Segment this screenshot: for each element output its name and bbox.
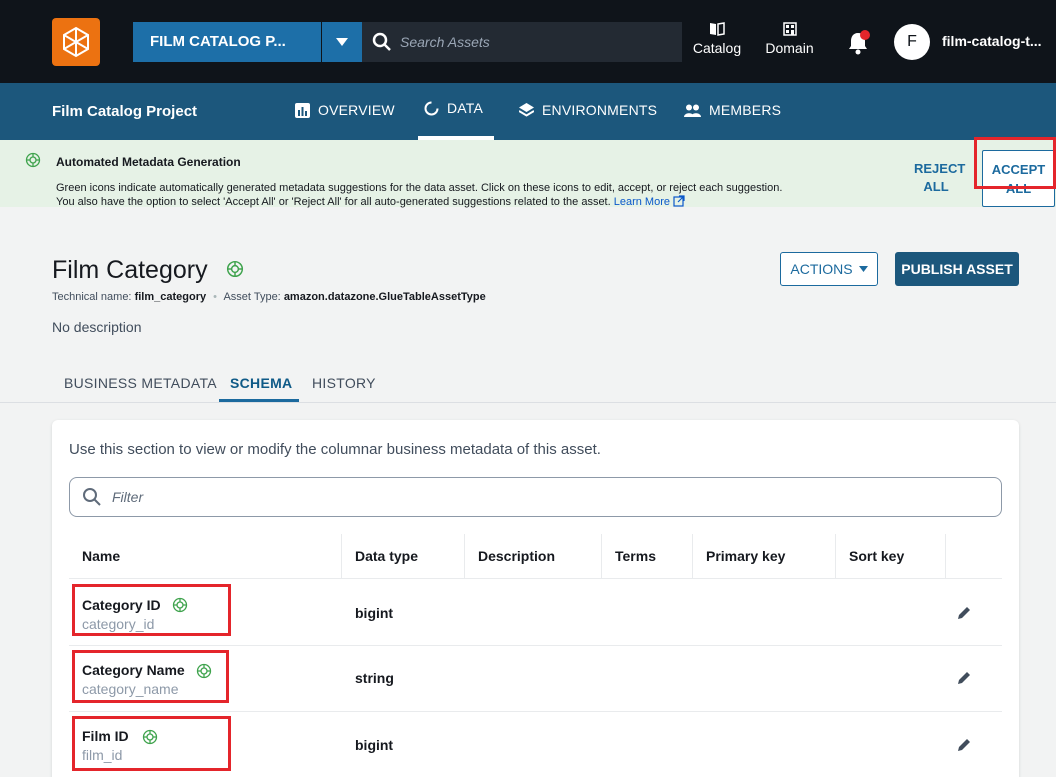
reject-all-button[interactable]: REJECT ALL [914,160,966,196]
ai-brain-icon [25,152,41,173]
column-separator [692,534,693,578]
catalog-label: Catalog [692,40,742,56]
people-icon [684,104,701,117]
domain-menu[interactable]: Domain [762,22,817,56]
search-icon [370,30,394,54]
pencil-icon[interactable] [956,670,972,686]
asset-type: amazon.datazone.GlueTableAssetType [283,291,486,303]
filter-box[interactable] [69,477,1002,517]
actions-button[interactable]: ACTIONS [780,252,878,286]
search-box[interactable] [362,22,682,62]
building-icon [762,22,817,40]
banner-line-2: You also have the option to select 'Acce… [56,196,611,208]
column-separator [601,534,602,578]
filter-input[interactable] [112,489,972,505]
banner-line-1: Green icons indicate automatically gener… [56,182,783,194]
layers-icon [519,103,534,117]
circle-icon [424,101,439,115]
tab-business-metadata[interactable]: BUSINESS METADATA [64,375,217,391]
external-link-icon[interactable] [673,195,685,207]
tab-environments[interactable]: ENVIRONMENTS [519,102,657,118]
banner-title: Automated Metadata Generation [56,155,241,169]
tab-schema[interactable]: SCHEMA [230,375,292,391]
technical-name-label: Technical name: [52,291,132,303]
column-header-primary-key[interactable]: Primary key [706,548,785,564]
row-3-data-type: bigint [355,737,394,753]
row-2-highlight [72,650,229,703]
chart-icon [295,102,310,118]
schema-intro: Use this section to view or modify the c… [69,441,601,458]
column-header-terms[interactable]: Terms [615,548,656,564]
project-navbar: Film Catalog Project OVERVIEW DATA ENVIR… [0,83,1056,140]
actions-label: ACTIONS [790,261,853,277]
tab-data[interactable]: DATA [424,100,483,116]
domain-label: Domain [765,40,814,56]
row-divider [69,711,1002,712]
app-logo[interactable] [52,18,100,66]
learn-more-link[interactable]: Learn More [614,196,670,208]
datazone-logo-icon [63,26,89,58]
divider [0,402,1056,403]
tab-history[interactable]: HISTORY [312,375,376,391]
ai-brain-icon[interactable] [226,260,244,283]
project-dropdown-button[interactable] [322,22,362,62]
book-icon [692,22,742,40]
asset-description: No description [52,319,142,335]
caret-down-icon [336,38,348,46]
tab-environments-label: ENVIRONMENTS [542,102,658,118]
pencil-icon[interactable] [956,605,972,621]
column-header-description[interactable]: Description [478,548,555,564]
row-1-data-type: bigint [355,605,394,621]
catalog-menu[interactable]: Catalog [692,22,742,56]
banner-line-2-wrap: You also have the option to select 'Acce… [56,195,896,209]
asset-type-label: Asset Type: [223,291,281,303]
separator-dot: • [213,291,218,303]
column-separator [945,534,946,578]
project-title[interactable]: Film Catalog Project [52,103,197,120]
row-divider [69,645,1002,646]
avatar[interactable]: F [894,24,930,60]
row-2-data-type: string [355,670,394,686]
technical-name: film_category [134,291,207,303]
reject-all-label-1: REJECT [914,161,966,176]
notifications-button[interactable] [846,30,870,55]
search-icon [82,487,102,507]
search-input[interactable] [400,34,660,50]
project-selector[interactable]: FILM CATALOG P... [133,22,321,62]
column-separator [341,534,342,578]
tab-data-label: DATA [447,100,484,116]
accept-all-highlight [974,137,1056,189]
reject-all-label-2: ALL [923,179,949,194]
banner-text: Green icons indicate automatically gener… [56,181,896,209]
technical-info: Technical name: film_category • Asset Ty… [52,291,486,303]
row-3-highlight [72,716,231,771]
pencil-icon[interactable] [956,737,972,753]
username[interactable]: film-catalog-t... [942,33,1042,49]
column-header-name[interactable]: Name [82,548,120,564]
bell-icon [849,30,870,55]
top-bar: FILM CATALOG P... Catalog Domain F film-… [0,0,1056,83]
column-separator [464,534,465,578]
column-separator [835,534,836,578]
tab-overview-label: OVERVIEW [318,102,395,118]
tab-members-label: MEMBERS [709,102,782,118]
column-header-sort-key[interactable]: Sort key [849,548,904,564]
tab-members[interactable]: MEMBERS [684,102,781,118]
row-divider [69,578,1002,579]
publish-asset-button[interactable]: PUBLISH ASSET [895,252,1019,286]
metadata-generation-banner: Automated Metadata Generation Green icon… [0,140,1056,209]
caret-down-icon [858,266,868,272]
asset-title: Film Category [52,256,208,284]
column-header-data-type[interactable]: Data type [355,548,418,564]
row-1-highlight [72,584,231,636]
tab-overview[interactable]: OVERVIEW [295,102,395,118]
